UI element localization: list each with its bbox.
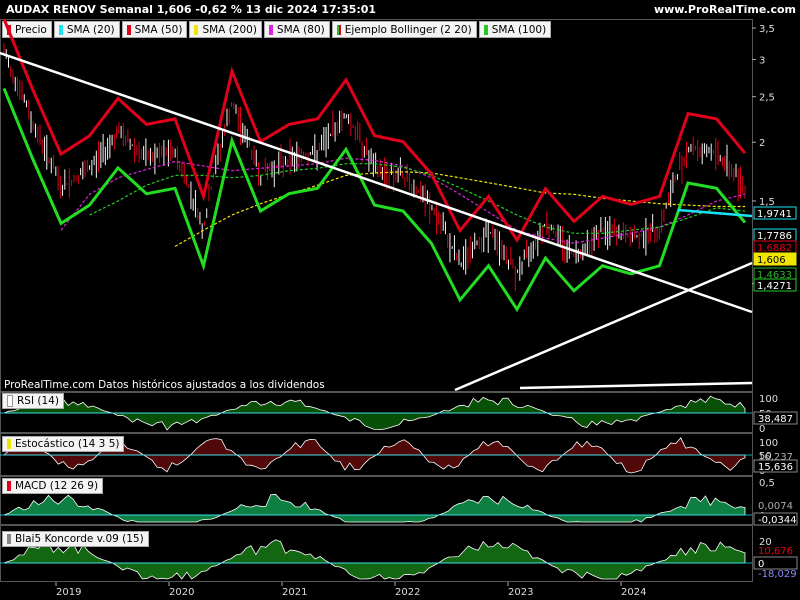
trendline-support[interactable] <box>519 381 753 390</box>
price-chart[interactable]: 10050038,48710050015,63616,2370,50-0,034… <box>0 0 800 600</box>
panel-value-secondary: 16,237 <box>758 452 793 463</box>
indicator-trace <box>3 493 746 523</box>
panel-swatch <box>7 481 11 491</box>
price-badge-label: 1,9741 <box>757 209 792 220</box>
x-tick-label: 2022 <box>395 587 420 598</box>
data-note: ProRealTime.com Datos históricos ajustad… <box>4 379 325 391</box>
panel-value-secondary: 0,0074 <box>758 501 793 512</box>
stoch-label-text: Estocástico (14 3 5) <box>15 438 120 450</box>
price-badge-label: 1,606 <box>757 255 786 266</box>
panel-tick-label: 100 <box>759 438 778 449</box>
koncorde-label[interactable]: Blai5 Koncorde v.09 (15) <box>2 531 149 547</box>
price-tick-label: 3,5 <box>759 24 775 35</box>
panel-swatch <box>7 395 13 407</box>
price-badge-label: 1,7786 <box>757 231 792 242</box>
rsi-label[interactable]: RSI (14) <box>2 393 64 409</box>
panel-value-tertiary: -18,029 <box>758 569 797 580</box>
price-tick-label: 2,5 <box>759 93 775 104</box>
panel-value-secondary: 10,676 <box>758 546 793 557</box>
koncorde-label-text: Blai5 Koncorde v.09 (15) <box>15 533 144 545</box>
stoch-label[interactable]: Estocástico (14 3 5) <box>2 436 125 452</box>
macd-label-text: MACD (12 26 9) <box>15 480 99 492</box>
panel-tick-label: 100 <box>759 394 778 405</box>
x-tick-label: 2024 <box>621 587 646 598</box>
price-bars <box>3 43 746 292</box>
x-tick-label: 2023 <box>508 587 533 598</box>
panel-swatch <box>7 439 11 449</box>
moving-averages <box>2 18 747 313</box>
panel-tick-label: 0,5 <box>759 478 775 489</box>
chart-window: AUDAX RENOV Semanal 1,606 -0,62 % 13 dic… <box>0 0 800 600</box>
price-tick-label: 2 <box>759 138 765 149</box>
bollinger-lower <box>2 87 747 313</box>
x-tick-label: 2021 <box>282 587 307 598</box>
trendline-downtrend[interactable] <box>0 51 753 314</box>
bollinger-upper <box>2 18 747 243</box>
indicator-subpanels: 10050038,48710050015,63616,2370,50-0,034… <box>0 394 798 580</box>
x-tick-label: 2020 <box>169 587 194 598</box>
macd-label[interactable]: MACD (12 26 9) <box>2 478 104 494</box>
panel-tick-label: 0 <box>759 424 765 435</box>
panel-swatch <box>7 534 11 544</box>
price-tick-label: 3 <box>759 55 765 66</box>
panel-value: -0,0344 <box>758 515 797 526</box>
panel-value: 38,487 <box>758 414 793 425</box>
price-badge-label: 1,4271 <box>757 281 792 292</box>
price-tick-label: 1,5 <box>759 197 775 208</box>
panel-value: 15,636 <box>758 462 793 473</box>
x-tick-label: 2019 <box>56 587 81 598</box>
price-badge-label: 1,6882 <box>757 243 792 254</box>
rsi-label-text: RSI (14) <box>17 395 59 407</box>
